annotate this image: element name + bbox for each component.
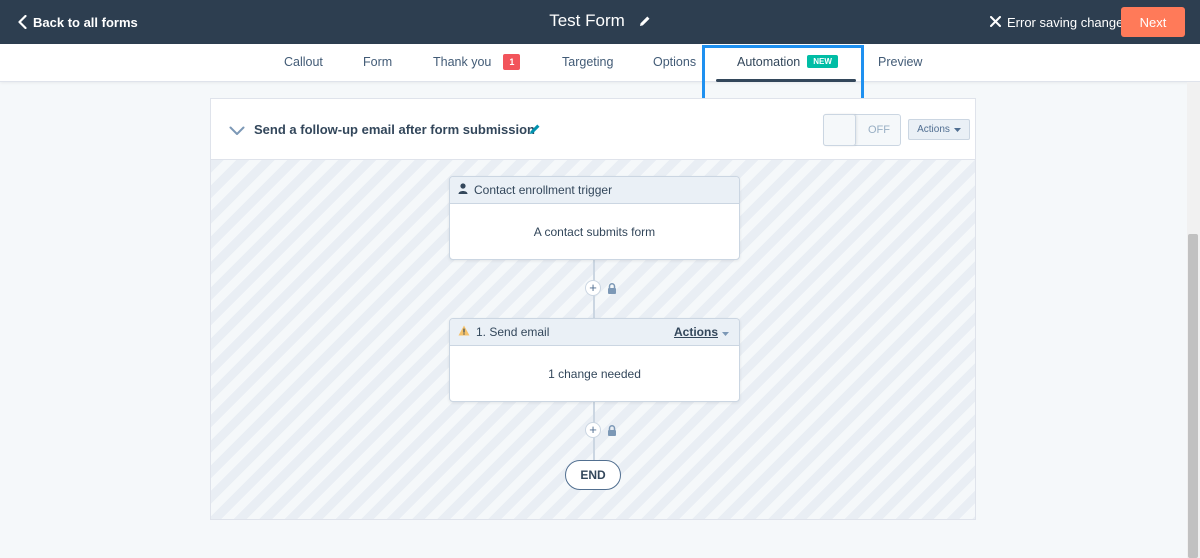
toggle-state-label: OFF (868, 124, 890, 136)
person-icon (458, 183, 468, 197)
lock-icon (607, 281, 617, 299)
scrollbar-thumb[interactable] (1188, 234, 1198, 558)
notification-badge: 1 (503, 53, 521, 70)
warning-icon (458, 325, 470, 339)
step-actions-label: Actions (673, 325, 718, 339)
node-header: Contact enrollment trigger (450, 177, 739, 204)
form-title[interactable]: Test Form (549, 11, 625, 31)
tab-form[interactable]: Form (363, 44, 392, 81)
tab-automation[interactable]: Automation NEW (737, 44, 838, 81)
active-tab-indicator (716, 79, 856, 82)
tab-options[interactable]: Options (653, 44, 696, 81)
tab-callout[interactable]: Callout (284, 44, 323, 81)
enrollment-trigger-node[interactable]: Contact enrollment trigger A contact sub… (449, 176, 740, 260)
plus-icon: + (589, 422, 597, 437)
caret-down-icon (953, 124, 961, 135)
caret-down-icon (722, 325, 729, 339)
tab-label: Preview (878, 55, 923, 69)
trigger-body: A contact submits form (533, 224, 656, 239)
actions-dropdown-button[interactable]: Actions (908, 119, 970, 140)
node-header: 1. Send email Actions (450, 319, 739, 346)
trigger-title: Contact enrollment trigger (474, 183, 613, 197)
step-actions-button[interactable]: Actions (674, 325, 729, 339)
tab-label: Targeting (562, 55, 614, 69)
workflow-card: Send a follow-up email after form submis… (210, 98, 976, 520)
workflow-title: Send a follow-up email after form submis… (254, 122, 535, 137)
workflow-toggle[interactable]: OFF (823, 114, 901, 146)
chevron-down-icon[interactable] (229, 123, 245, 141)
top-bar: Back to all forms Test Form Error saving… (0, 0, 1200, 44)
error-status: Error saving changes (990, 13, 1130, 31)
end-node: END (565, 460, 621, 490)
error-status-label: Error saving changes (1007, 14, 1130, 30)
tab-label: Thank you (433, 55, 492, 69)
add-action-button[interactable]: + (585, 280, 601, 296)
add-action-button[interactable]: + (585, 422, 601, 438)
pencil-icon[interactable] (639, 15, 651, 27)
tab-targeting[interactable]: Targeting (562, 44, 613, 81)
close-icon[interactable] (990, 15, 1001, 30)
tab-label: Automation (737, 55, 801, 69)
plus-icon: + (589, 280, 597, 295)
step-body: 1 change needed (548, 366, 641, 381)
next-button[interactable]: Next (1121, 7, 1185, 37)
new-badge: NEW (807, 55, 838, 69)
workflow-canvas: Contact enrollment trigger A contact sub… (211, 160, 975, 519)
tab-label: Options (653, 55, 697, 69)
tab-bar: Callout Form Thank you 1 Targeting Option… (0, 44, 1200, 82)
lock-icon (607, 423, 617, 441)
tab-label: Callout (284, 55, 323, 69)
pencil-icon[interactable] (529, 122, 541, 140)
actions-label: Actions (917, 124, 950, 135)
toggle-knob (823, 114, 856, 146)
workflow-header: Send a follow-up email after form submis… (211, 99, 975, 160)
send-email-node[interactable]: 1. Send email Actions 1 change needed (449, 318, 740, 402)
step-title: 1. Send email (476, 325, 550, 339)
tab-thank-you[interactable]: Thank you 1 (433, 44, 521, 81)
tab-preview[interactable]: Preview (878, 44, 922, 81)
tab-label: Form (363, 55, 393, 69)
